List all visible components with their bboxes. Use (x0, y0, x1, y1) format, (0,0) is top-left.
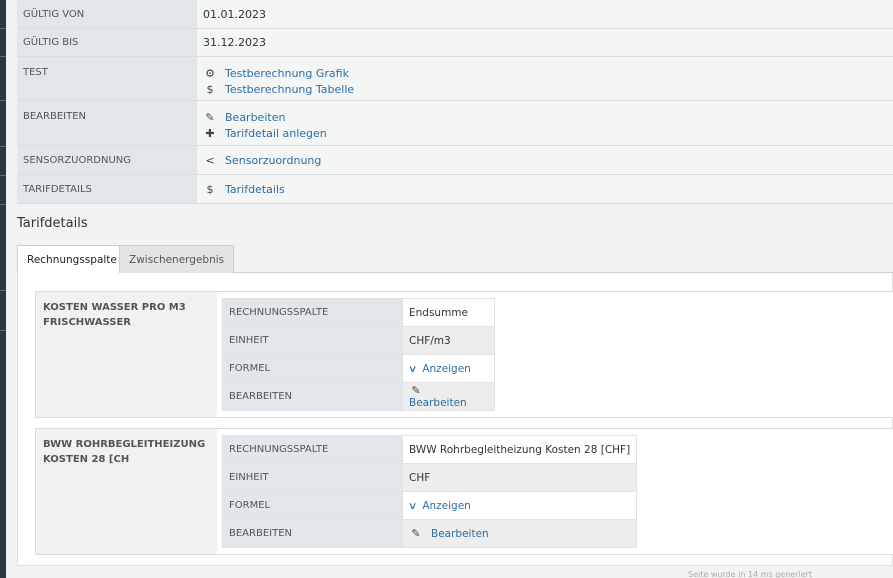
prop-row-tarifdetails: TARIFDETAILS $ Tarifdetails (17, 175, 893, 204)
dollar-icon: $ (206, 182, 214, 196)
row-value: CHF/m3 (402, 326, 495, 355)
bearbeiten-link[interactable]: ✎ Bearbeiten (401, 519, 638, 548)
row-key: FORMEL (222, 491, 403, 520)
edit-icon: ✎ (205, 110, 215, 124)
prop-value: < Sensorzuordnung (197, 146, 893, 174)
link-text[interactable]: Anzeigen (422, 363, 471, 375)
prop-row-test: TEST ⚙ Testberechnung Grafik $ Testberec… (17, 57, 893, 101)
sensorzuordnung-link[interactable]: < Sensorzuordnung (203, 152, 321, 168)
link-text[interactable]: Sensorzuordnung (225, 154, 321, 167)
anzeigen-link[interactable]: ∨ Anzeigen (401, 491, 638, 520)
prop-row-sensorzuordnung: SENSORZUORDNUNG < Sensorzuordnung (17, 146, 893, 175)
card-body: RECHNUNGSSPALTE Endsumme EINHEIT CHF/m3 … (217, 292, 893, 417)
link-text[interactable]: Tarifdetails (225, 183, 285, 196)
prop-row-gueltig-bis: GÜLTIG BIS 31.12.2023 (17, 29, 893, 57)
row-key: FORMEL (222, 354, 403, 383)
prop-label: GÜLTIG VON (17, 0, 197, 28)
tab-rechnungsspalte[interactable]: Rechnungsspalte (17, 245, 127, 274)
row-key: RECHNUNGSSPALTE (222, 298, 403, 327)
gear-icon: ⚙ (205, 66, 215, 80)
row-key: BEARBEITEN (222, 382, 403, 411)
bearbeiten-link[interactable]: ✎Bearbeiten (402, 382, 495, 411)
table-row: FORMEL ∨ Anzeigen (222, 491, 638, 520)
tab-bar: Rechnungsspalte Zwischenergebnis (17, 245, 893, 274)
tarifdetails-link[interactable]: $ Tarifdetails (203, 181, 285, 197)
detail-table: RECHNUNGSSPALTE Endsumme EINHEIT CHF/m3 … (222, 298, 495, 411)
link-text[interactable]: Testberechnung Tabelle (225, 83, 354, 96)
testberechnung-tabelle-link[interactable]: $ Testberechnung Tabelle (203, 81, 887, 97)
edit-icon: ✎ (411, 527, 421, 540)
prop-row-bearbeiten: BEARBEITEN ✎ Bearbeiten ✚ Tarifdetail an… (17, 101, 893, 146)
prop-label: BEARBEITEN (17, 101, 197, 145)
card-title: BWW ROHRBEGLEITHEIZUNG KOSTEN 28 [CH (43, 439, 206, 465)
table-row: BEARBEITEN ✎Bearbeiten (222, 382, 495, 411)
row-key: RECHNUNGSSPALTE (222, 435, 403, 464)
prop-label: TARIFDETAILS (17, 175, 197, 203)
table-row: RECHNUNGSSPALTE BWW Rohrbegleitheizung K… (222, 435, 638, 464)
tarifdetail-anlegen-link[interactable]: ✚ Tarifdetail anlegen (203, 125, 887, 141)
prop-label: SENSORZUORDNUNG (17, 146, 197, 174)
left-sidebar-edge (0, 0, 6, 578)
prop-value: ⚙ Testberechnung Grafik $ Testberechnung… (197, 57, 893, 100)
tab-zwischenergebnis[interactable]: Zwischenergebnis (119, 245, 235, 273)
chevron-down-icon: ∨ (407, 500, 418, 512)
detail-card: BWW ROHRBEGLEITHEIZUNG KOSTEN 28 [CH REC… (35, 428, 893, 555)
bearbeiten-link[interactable]: ✎ Bearbeiten (203, 109, 887, 125)
link-text[interactable]: Bearbeiten (225, 111, 285, 124)
prop-value: 31.12.2023 (197, 29, 893, 56)
prop-value: ✎ Bearbeiten ✚ Tarifdetail anlegen (197, 101, 893, 145)
prop-value: 01.01.2023 (197, 0, 893, 28)
link-text[interactable]: Tarifdetail anlegen (225, 127, 327, 140)
row-value: BWW Rohrbegleitheizung Kosten 28 [CHF] (401, 435, 638, 464)
card-body: RECHNUNGSSPALTE BWW Rohrbegleitheizung K… (217, 429, 893, 554)
footer-note: Seite wurde in 14 ms generiert (688, 570, 813, 578)
card-title: KOSTEN WASSER PRO M3 FRISCHWASSER (43, 302, 186, 328)
row-value: Endsumme (402, 298, 495, 327)
link-text[interactable]: Bearbeiten (431, 528, 489, 540)
plus-icon: ✚ (205, 126, 215, 140)
link-text[interactable]: Anzeigen (422, 500, 471, 512)
detail-table: RECHNUNGSSPALTE BWW Rohrbegleitheizung K… (222, 435, 638, 548)
prop-label: GÜLTIG BIS (17, 29, 197, 56)
row-key: EINHEIT (222, 326, 403, 355)
tab-panel: KOSTEN WASSER PRO M3 FRISCHWASSER RECHNU… (17, 273, 893, 566)
detail-card: KOSTEN WASSER PRO M3 FRISCHWASSER RECHNU… (35, 291, 893, 418)
share-icon: < (205, 153, 215, 167)
chevron-down-icon: ∨ (407, 363, 418, 375)
prop-label: TEST (17, 57, 197, 100)
table-row: RECHNUNGSSPALTE Endsumme (222, 298, 495, 327)
row-key: BEARBEITEN (222, 519, 403, 548)
table-row: FORMEL ∨ Anzeigen (222, 354, 495, 383)
link-text[interactable]: Testberechnung Grafik (225, 67, 349, 80)
row-value: CHF (401, 463, 638, 492)
prop-row-gueltig-von: GÜLTIG VON 01.01.2023 (17, 0, 893, 29)
anzeigen-link[interactable]: ∨ Anzeigen (402, 354, 495, 383)
testberechnung-grafik-link[interactable]: ⚙ Testberechnung Grafik (203, 65, 887, 81)
table-row: BEARBEITEN ✎ Bearbeiten (222, 519, 638, 548)
table-row: EINHEIT CHF/m3 (222, 326, 495, 355)
prop-value: $ Tarifdetails (197, 175, 893, 203)
edit-icon: ✎ (411, 384, 421, 397)
row-key: EINHEIT (222, 463, 403, 492)
table-row: EINHEIT CHF (222, 463, 638, 492)
dollar-icon: $ (206, 82, 214, 96)
tariff-properties: GÜLTIG VON 01.01.2023 GÜLTIG BIS 31.12.2… (17, 0, 893, 204)
link-text[interactable]: Bearbeiten (409, 397, 467, 409)
section-title: Tarifdetails (17, 216, 88, 231)
